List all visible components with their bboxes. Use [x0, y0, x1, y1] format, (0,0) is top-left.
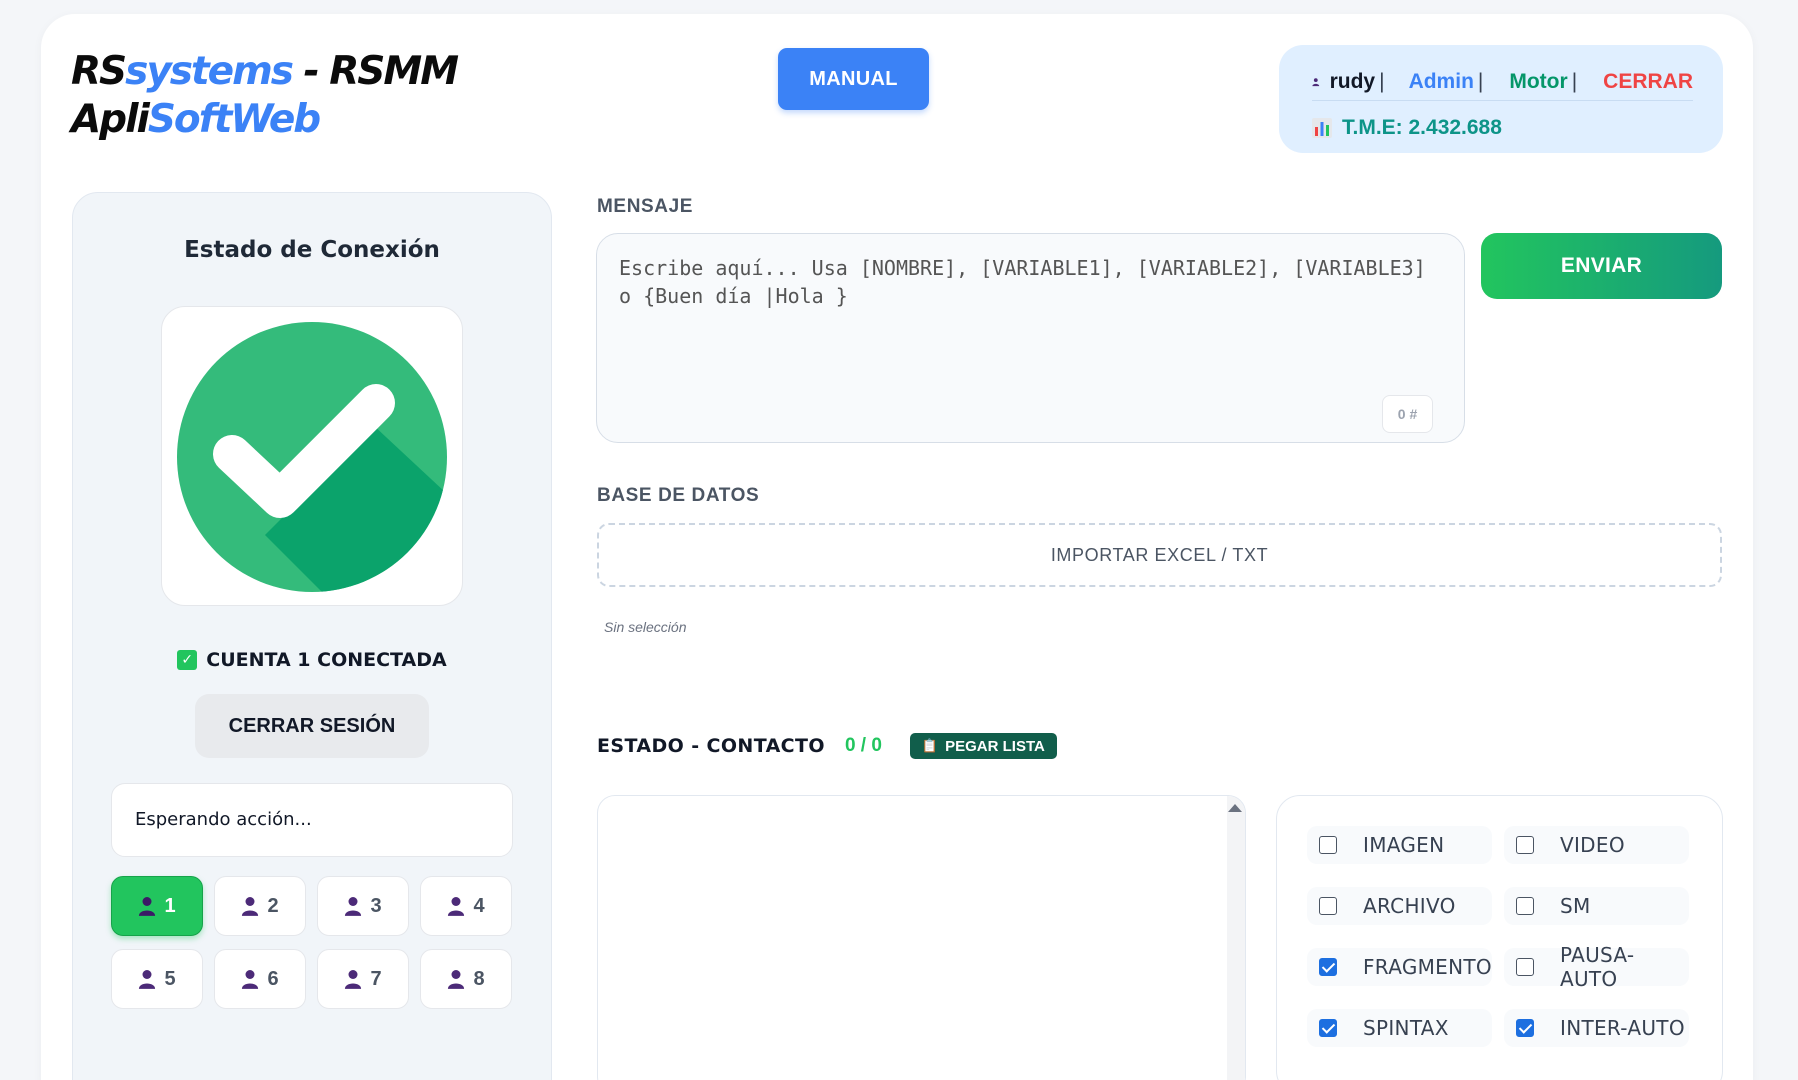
clipboard-icon: 📋: [921, 738, 939, 753]
option-sm[interactable]: SM: [1504, 887, 1689, 925]
user-icon: [345, 897, 362, 916]
account-button-4[interactable]: 4: [420, 876, 512, 936]
account-status: ✓ CUENTA 1 CONECTADA: [73, 649, 551, 671]
option-inter-auto[interactable]: INTER-AUTO: [1504, 1009, 1689, 1047]
contacts-list[interactable]: [597, 795, 1246, 1080]
connection-panel: Estado de Conexión ✓ CUENTA 1 CONECTADA …: [72, 192, 552, 1080]
tme-value: T.M.E: 2.432.688: [1342, 116, 1502, 139]
bar-chart-icon: [1312, 118, 1332, 138]
option-archivo[interactable]: ARCHIVO: [1307, 887, 1492, 925]
close-link[interactable]: CERRAR: [1603, 70, 1693, 94]
motor-link[interactable]: Motor: [1509, 70, 1567, 94]
account-button-6[interactable]: 6: [214, 949, 306, 1009]
contacts-header: ESTADO - CONTACTO 0 / 0 📋 PEGAR LISTA: [597, 733, 1057, 759]
connection-status-box: [161, 306, 463, 606]
option-imagen[interactable]: IMAGEN: [1307, 826, 1492, 864]
import-button[interactable]: IMPORTAR EXCEL / TXT: [597, 523, 1722, 587]
logout-button[interactable]: CERRAR SESIÓN: [195, 694, 429, 758]
user-icon: [448, 970, 465, 989]
manual-button[interactable]: MANUAL: [778, 48, 929, 110]
user-icon: [242, 897, 259, 916]
checkbox[interactable]: [1319, 836, 1337, 854]
database-label: BASE DE DATOS: [597, 485, 760, 506]
admin-link[interactable]: Admin: [1409, 70, 1474, 94]
user-icon: [139, 897, 156, 916]
contacts-label: ESTADO - CONTACTO: [597, 735, 825, 757]
account-button-7[interactable]: 7: [317, 949, 409, 1009]
user-name: rudy: [1329, 69, 1376, 93]
file-selection-status: Sin selección: [604, 619, 687, 635]
account-button-1[interactable]: 1: [111, 876, 203, 936]
send-button[interactable]: ENVIAR: [1481, 233, 1722, 299]
checkbox[interactable]: [1516, 1019, 1534, 1037]
option-spintax[interactable]: SPINTAX: [1307, 1009, 1492, 1047]
checkbox[interactable]: [1319, 958, 1337, 976]
app-logo: RSsystems - RSMM ApliSoftWeb: [71, 49, 459, 142]
user-icon: [1312, 77, 1320, 86]
message-box: 0 #: [596, 233, 1465, 443]
account-button-5[interactable]: 5: [111, 949, 203, 1009]
user-icon: [345, 970, 362, 989]
account-button-2[interactable]: 2: [214, 876, 306, 936]
contacts-count: 0 / 0: [844, 735, 882, 756]
tme-row: T.M.E: 2.432.688: [1312, 111, 1502, 145]
user-panel: rudy | Admin | Motor | CERRAR T.M.E: 2.4…: [1279, 45, 1723, 153]
options-panel: IMAGEN VIDEO ARCHIVO SM FRAGMENTO PAUSA-AUTO S…: [1276, 795, 1723, 1080]
account-selector: 1234 5678: [111, 876, 515, 1009]
user-icon: [242, 970, 259, 989]
user-icon: [139, 970, 156, 989]
user-info-row: rudy | Admin | Motor | CERRAR: [1312, 63, 1693, 101]
user-icon: [448, 897, 465, 916]
checkbox[interactable]: [1319, 897, 1337, 915]
checkbox[interactable]: [1516, 897, 1534, 915]
scrollbar[interactable]: [1227, 796, 1245, 1080]
check-circle-icon: [177, 322, 447, 592]
option-pausa-auto[interactable]: PAUSA-AUTO: [1504, 943, 1689, 991]
checkbox[interactable]: [1516, 836, 1534, 854]
connection-title: Estado de Conexión: [184, 237, 440, 263]
status-message: Esperando acción...: [111, 783, 513, 857]
scroll-up-icon[interactable]: [1228, 804, 1242, 812]
paste-list-button[interactable]: 📋 PEGAR LISTA: [909, 733, 1057, 759]
checkbox[interactable]: [1516, 958, 1534, 976]
account-button-8[interactable]: 8: [420, 949, 512, 1009]
option-video[interactable]: VIDEO: [1504, 826, 1689, 864]
char-counter: 0 #: [1382, 395, 1433, 433]
message-input[interactable]: [619, 254, 1439, 394]
checkbox[interactable]: [1319, 1019, 1337, 1037]
option-fragmento[interactable]: FRAGMENTO: [1307, 948, 1492, 986]
checkmark-icon: ✓: [177, 650, 198, 670]
account-button-3[interactable]: 3: [317, 876, 409, 936]
options-grid: IMAGEN VIDEO ARCHIVO SM FRAGMENTO PAUSA-AUTO S…: [1307, 826, 1689, 1047]
message-label: MENSAJE: [597, 196, 694, 217]
